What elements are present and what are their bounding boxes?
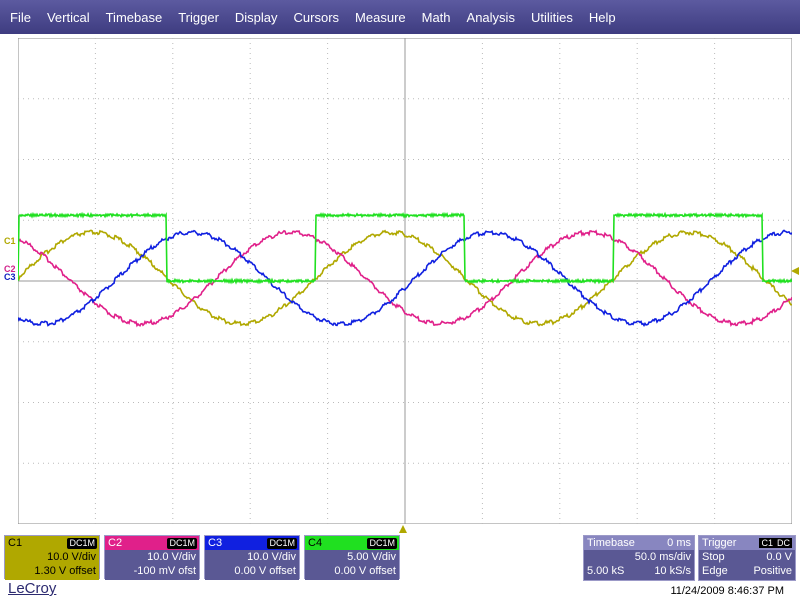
c1-level-marker[interactable]: C1 xyxy=(4,236,16,246)
trigger-source-badge: C1 xyxy=(759,538,775,548)
waveform-display xyxy=(18,38,792,524)
status-bar: C1 DC1M 10.0 V/div 1.30 V offset C2 DC1M 10… xyxy=(0,533,800,600)
timebase-rate: 10 kS/s xyxy=(654,565,691,577)
channel-3-descriptor[interactable]: C3 DC1M 10.0 V/div 0.00 V offset xyxy=(204,535,300,580)
trigger-descriptor[interactable]: Trigger C1 DC Stop 0.0 V Edge Positive xyxy=(698,535,796,581)
menu-math[interactable]: Math xyxy=(414,10,459,25)
channel-label: C1 xyxy=(8,537,23,549)
coupling-badge: DC1M xyxy=(267,537,297,549)
timebase-descriptor[interactable]: Timebase 0 ms 50.0 ms/div 5.00 kS 10 kS/s xyxy=(583,535,695,581)
channel-2-descriptor[interactable]: C2 DC1M 10.0 V/div -100 mV ofst xyxy=(104,535,200,580)
trigger-level: 0.0 V xyxy=(766,551,792,563)
trigger-mode: Stop xyxy=(702,551,725,563)
channel-4-descriptor[interactable]: C4 DC1M 5.00 V/div 0.00 V offset xyxy=(304,535,400,580)
timestamp: 11/24/2009 8:46:37 PM xyxy=(670,585,784,597)
coupling-badge: DC1M xyxy=(167,537,197,549)
trigger-position-marker-icon[interactable] xyxy=(399,525,407,533)
menu-utilities[interactable]: Utilities xyxy=(523,10,581,25)
c3-level-marker[interactable]: C3 xyxy=(4,272,16,282)
offset-value: 0.00 V offset xyxy=(234,565,296,577)
timebase-scale: 50.0 ms/div xyxy=(634,551,691,563)
trigger-slope: Positive xyxy=(753,565,792,577)
channel-label: C2 xyxy=(108,537,123,549)
trigger-type: Edge xyxy=(702,565,728,577)
volts-per-div: 10.0 V/div xyxy=(47,551,96,563)
menu-bar: File Vertical Timebase Trigger Display C… xyxy=(0,0,800,34)
timebase-delay: 0 ms xyxy=(667,537,691,549)
channel-label: C4 xyxy=(308,537,323,549)
menu-cursors[interactable]: Cursors xyxy=(286,10,348,25)
trigger-title: Trigger xyxy=(702,537,737,549)
timebase-title: Timebase xyxy=(587,537,635,549)
coupling-badge: DC1M xyxy=(367,537,397,549)
coupling-badge: DC1M xyxy=(67,537,97,549)
volts-per-div: 10.0 V/div xyxy=(147,551,196,563)
menu-trigger[interactable]: Trigger xyxy=(170,10,227,25)
menu-display[interactable]: Display xyxy=(227,10,286,25)
channel-label: C3 xyxy=(208,537,223,549)
offset-value: -100 mV ofst xyxy=(133,565,196,577)
trigger-level-marker-icon[interactable] xyxy=(791,267,799,275)
menu-analysis[interactable]: Analysis xyxy=(459,10,523,25)
channel-1-descriptor[interactable]: C1 DC1M 10.0 V/div 1.30 V offset xyxy=(4,535,100,580)
timebase-samples: 5.00 kS xyxy=(587,565,625,577)
offset-value: 0.00 V offset xyxy=(334,565,396,577)
oscilloscope-grid[interactable] xyxy=(18,38,792,524)
menu-vertical[interactable]: Vertical xyxy=(39,10,98,25)
lecroy-logo: LeCroy xyxy=(8,580,57,597)
volts-per-div: 10.0 V/div xyxy=(247,551,296,563)
menu-measure[interactable]: Measure xyxy=(347,10,414,25)
menu-file[interactable]: File xyxy=(0,10,39,25)
menu-help[interactable]: Help xyxy=(581,10,624,25)
volts-per-div: 5.00 V/div xyxy=(347,551,396,563)
menu-timebase[interactable]: Timebase xyxy=(98,10,171,25)
trigger-coupling-badge: DC xyxy=(775,538,792,548)
offset-value: 1.30 V offset xyxy=(34,565,96,577)
